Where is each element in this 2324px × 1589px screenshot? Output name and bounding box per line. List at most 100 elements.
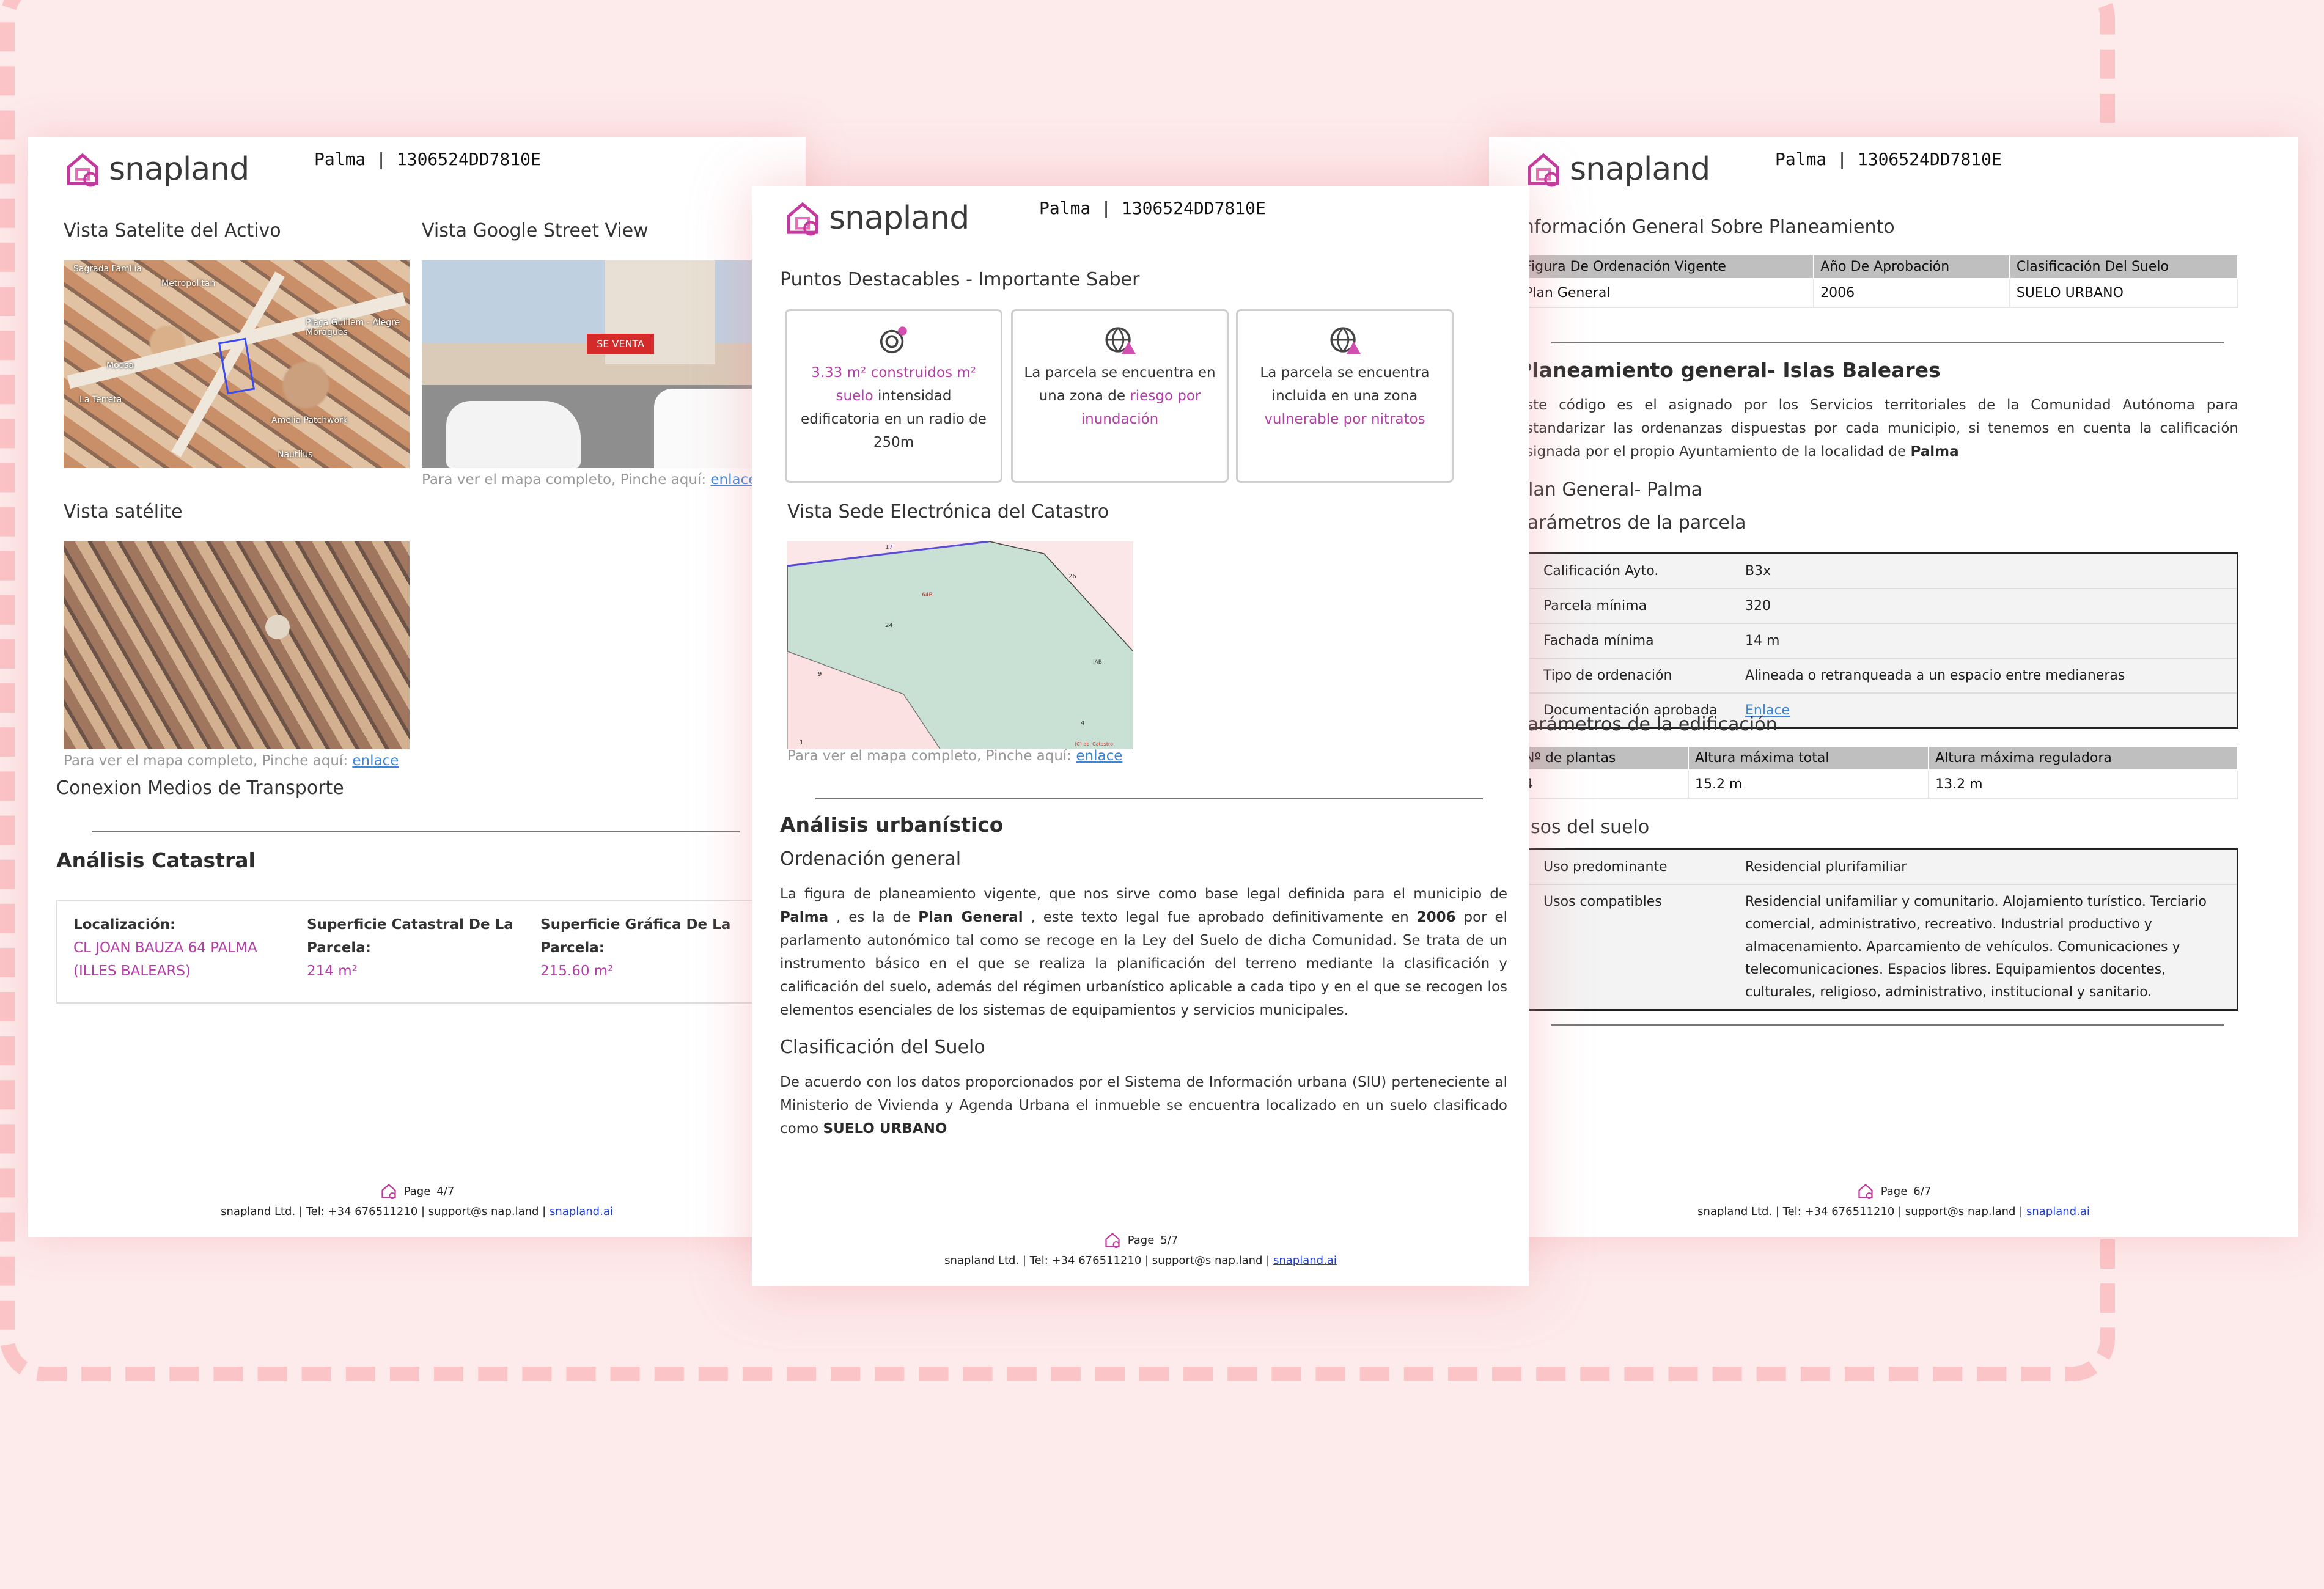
urban-title: Análisis urbanístico: [780, 813, 1004, 837]
plan-title: Planeamiento general- Islas Baleares: [1517, 358, 1941, 382]
page-indicator: Page 4/7: [28, 1182, 806, 1200]
parcela-title: Parámetros de la parcela: [1517, 512, 1746, 534]
footer-contact: snapland Ltd. | Tel: +34 676511210 | sup…: [944, 1254, 1337, 1267]
table-header: Altura máxima reguladora: [1928, 746, 2238, 771]
header-title: Palma | 1306524DD7810E: [1039, 198, 1266, 218]
highlight-card-nitrates: La parcela se encuentra incluida en una …: [1236, 309, 1454, 483]
aerial-caption: Para ver el mapa completo, Pinche aquí: …: [64, 753, 399, 769]
table-row: Usos compatibles Residencial unifamiliar …: [1543, 894, 2207, 1000]
cad-label: (C) del Catastro: [1075, 741, 1113, 747]
cad-label: 4: [1081, 720, 1084, 727]
clasificacion-paragraph: De acuerdo con los datos proporcionados …: [780, 1074, 1507, 1137]
highlight-card-density: 3.33 m² construidos m² suelo intensidad …: [785, 309, 1002, 483]
usos-title: Usos del suelo: [1517, 817, 1650, 838]
table-row: Calificación Ayto. B3x: [1519, 554, 2237, 589]
card-density-text: intensidad edificatoria en un radio de 2…: [801, 388, 987, 450]
sale-sign: SE VENTA: [587, 334, 654, 354]
house-logo-icon: [1528, 153, 1559, 187]
report-page-5: snapland Palma | 1306524DD7810E Puntos D…: [752, 186, 1529, 1286]
satellite-map-image[interactable]: Sagrada Familia Metropolitan Plaça Guill…: [64, 260, 410, 468]
satellite-section-title: Vista Satelite del Activo: [64, 220, 281, 241]
map-label: Moosa: [106, 361, 134, 370]
table-header: Nº de plantas: [1517, 746, 1689, 771]
table-header: Clasificación Del Suelo: [2009, 254, 2239, 279]
cad-label: 1: [800, 739, 803, 746]
info-section-title: Información General Sobre Planeamiento: [1517, 216, 1895, 238]
footer-site-link[interactable]: snapland.ai: [2026, 1205, 2090, 1218]
street-view-image[interactable]: SE VENTA: [422, 260, 752, 468]
house-logo-icon: [67, 153, 98, 187]
table-cell: 2006: [1813, 278, 2010, 308]
table-cell: 4: [1517, 769, 1689, 799]
table-cell: Plan General: [1517, 278, 1815, 308]
map-label: Nautilus: [278, 450, 313, 460]
house-logo-icon: [787, 202, 818, 236]
cadastre-map-link[interactable]: enlace: [1076, 748, 1122, 764]
map-label: Sagrada Familia: [73, 264, 142, 274]
footer-contact: snapland Ltd. | Tel: +34 676511210 | sup…: [1697, 1205, 2090, 1218]
edificacion-table: Nº de plantas Altura máxima total Altura…: [1517, 746, 2238, 799]
plaza: [265, 615, 290, 639]
sup-graf-label: Superficie Gráfica De La Parcela:: [540, 917, 731, 956]
header-title: Palma | 1306524DD7810E: [314, 149, 541, 169]
divider: [1551, 1024, 2224, 1026]
street-caption: Para ver el mapa completo, Pinche aquí: …: [422, 472, 757, 488]
sup-grafica-col: Superficie Gráfica De La Parcela: 215.60…: [540, 913, 760, 983]
map-label: La Terreta: [79, 395, 122, 405]
cad-label: IAB: [1093, 659, 1102, 666]
footer-site-link[interactable]: snapland.ai: [1273, 1254, 1337, 1267]
catastral-box: Localización: CL JOAN BAUZA 64 PALMA (IL…: [56, 900, 790, 1004]
cad-label: 9: [818, 671, 822, 678]
page-number: 4/7: [436, 1184, 455, 1198]
highlights-title: Puntos Destacables - Importante Saber: [780, 269, 1140, 290]
parcela-table: Calificación Ayto. B3x Parcela mínima 320 …: [1517, 552, 2238, 729]
aerial-map-image[interactable]: [64, 541, 410, 749]
van: [654, 389, 752, 468]
loc-value: CL JOAN BAUZA 64 PALMA (ILLES BALEARS): [73, 940, 257, 979]
page-number: 6/7: [1913, 1184, 1932, 1198]
cad-label: 64B: [922, 592, 933, 598]
cadastre-section-title: Vista Sede Electrónica del Catastro: [787, 501, 1109, 523]
cad-label: 26: [1068, 573, 1076, 580]
globe-warning-icon: [1330, 327, 1361, 354]
table-row: Plan General 2006 SUELO URBANO: [1517, 278, 2239, 308]
table-row: Uso predominante Residencial plurifamilia…: [1519, 850, 2237, 885]
sup-cat-label: Superficie Catastral De La Parcela:: [307, 917, 513, 956]
report-page-6: snapland Palma | 1306524DD7810E Informac…: [1489, 137, 2298, 1237]
sup-cat-value: 214 m²: [307, 963, 358, 979]
table-header-row: Figura De Ordenación Vigente Año De Apro…: [1517, 254, 2239, 279]
sup-graf-value: 215.60 m²: [540, 963, 614, 979]
table-row: 4 15.2 m 13.2 m: [1517, 769, 2238, 799]
aerial-map-link[interactable]: enlace: [352, 753, 399, 769]
catastral-title: Análisis Catastral: [56, 848, 256, 872]
table-header: Año De Aprobación: [1813, 254, 2010, 279]
street-map-link[interactable]: enlace: [710, 472, 757, 488]
table-cell: SUELO URBANO: [2009, 278, 2239, 308]
map-label: Plaça Guillem - Alegre Moragues: [306, 318, 400, 337]
car: [446, 401, 581, 468]
cadastre-map-image[interactable]: 24 26 9 4 1 64B 17 IAB (C) del Catastro: [787, 541, 1133, 749]
divider: [1551, 342, 2224, 343]
plan-paragraph: este código es el asignado por los Servi…: [1517, 397, 2238, 460]
street-section-title: Vista Google Street View: [422, 220, 649, 241]
footer-site-link[interactable]: snapland.ai: [550, 1205, 613, 1218]
table-row: Fachada mínima 14 m: [1519, 623, 2237, 659]
divider: [815, 798, 1483, 799]
table-row: Parcela mínima 320: [1519, 589, 2237, 624]
loc-label: Localización:: [73, 917, 176, 933]
page-number: 5/7: [1160, 1233, 1179, 1247]
globe-warning-icon: [1105, 327, 1136, 354]
house-logo-icon: [1105, 1233, 1120, 1248]
table-header: Figura De Ordenación Vigente: [1517, 254, 1815, 279]
snapland-logo: snapland: [782, 198, 969, 238]
target-icon: [880, 326, 907, 354]
brand-name: snapland: [829, 200, 969, 237]
ordenacion-title: Ordenación general: [780, 848, 962, 870]
highlight-card-flood: La parcela se encuentra en una zona de r…: [1011, 309, 1229, 483]
table-header: Altura máxima total: [1687, 746, 1930, 771]
page-indicator: Page 5/7: [752, 1231, 1529, 1249]
table-cell: 15.2 m: [1687, 769, 1930, 799]
card-nitrates-text: La parcela se encuentra incluida en una …: [1260, 365, 1430, 404]
cad-label: 24: [885, 622, 893, 629]
page-indicator: Page 6/7: [1489, 1182, 2298, 1200]
